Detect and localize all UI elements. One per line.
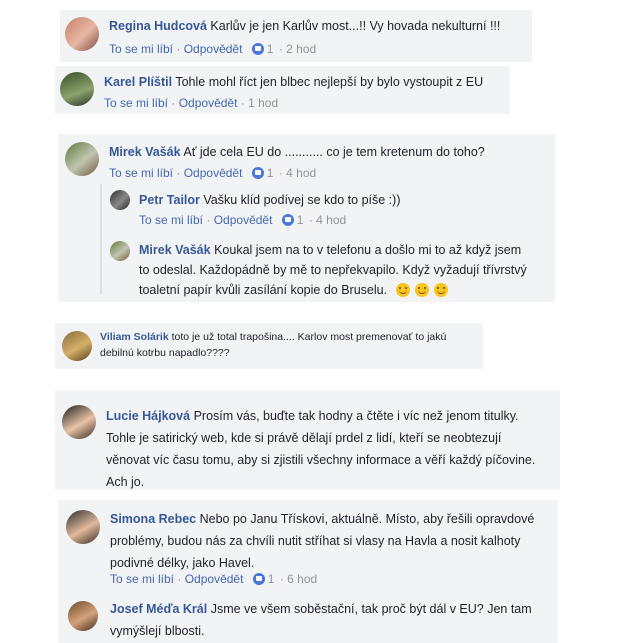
avatar[interactable] xyxy=(60,72,94,106)
smiley-emoji-icon xyxy=(414,283,429,297)
comment-text: toaletní papír kvůli zasílání kopie do B… xyxy=(139,283,388,297)
comment-body: Karel Plíštil Tohle mohl říct jen blbec … xyxy=(104,72,504,92)
like-link[interactable]: To se mi líbí xyxy=(104,96,168,110)
like-reaction-icon[interactable] xyxy=(251,43,264,55)
reply-link[interactable]: Odpovědět xyxy=(179,96,238,110)
comment-body: Regina Hudcová Karlův je jen Karlův most… xyxy=(109,16,529,36)
reply-thread-line xyxy=(100,184,102,294)
comment-body: Mirek Vašák Ať jde cela EU do ..........… xyxy=(109,142,549,162)
like-reaction-icon[interactable] xyxy=(251,167,264,179)
like-count[interactable]: 1 xyxy=(267,166,274,180)
like-link[interactable]: To se mi líbí xyxy=(110,572,174,586)
timestamp[interactable]: 1 hod xyxy=(248,96,278,110)
comment-actions: To se mi líbí · Odpovědět 1 · 4 hod xyxy=(139,213,347,227)
smiley-emoji-icon xyxy=(433,283,448,297)
reply-link[interactable]: Odpovědět xyxy=(214,213,273,227)
avatar[interactable] xyxy=(62,331,92,361)
like-reaction-icon[interactable] xyxy=(281,214,294,226)
avatar[interactable] xyxy=(62,405,96,439)
like-count[interactable]: 1 xyxy=(267,42,274,56)
like-link[interactable]: To se mi líbí xyxy=(109,42,173,56)
like-reaction-icon[interactable] xyxy=(252,573,265,585)
like-link[interactable]: To se mi líbí xyxy=(109,166,173,180)
comment-actions: To se mi líbí · Odpovědět 1 · 6 hod xyxy=(110,572,318,586)
commenter-name[interactable]: Regina Hudcová xyxy=(109,19,207,33)
comment-text: to odeslal. Každopádně by mě to nepřekva… xyxy=(139,263,527,277)
avatar[interactable] xyxy=(68,601,98,631)
comment-text: Ať jde cela EU do ........... co je tem … xyxy=(183,145,485,159)
comment-text: Tohle je satirický web, kde si právě děl… xyxy=(106,431,502,445)
comment-text: Jsme ve všem soběstační, tak proč být dá… xyxy=(210,602,532,616)
commenter-name[interactable]: Mirek Vašák xyxy=(109,145,181,159)
comment-text: podivné délky, jako Havel. xyxy=(110,556,255,570)
reply-link[interactable]: Odpovědět xyxy=(184,166,243,180)
avatar[interactable] xyxy=(66,510,100,544)
comment-text: vymýšlejí blbosti. xyxy=(110,624,205,638)
commenter-name[interactable]: Karel Plíštil xyxy=(104,75,172,89)
reply-link[interactable]: Odpovědět xyxy=(185,572,244,586)
comment-text: problémy, budou nás za chvíli nutit stří… xyxy=(110,534,521,548)
comment-text: debilnú kotrbu napadlo???? xyxy=(100,347,230,359)
timestamp[interactable]: 6 hod xyxy=(287,572,317,586)
comment-actions: To se mi líbí · Odpovědět 1 · 4 hod xyxy=(109,166,317,180)
comment-actions: To se mi líbí · Odpovědět 1 · 2 hod xyxy=(109,42,317,56)
like-count[interactable]: 1 xyxy=(297,213,304,227)
timestamp[interactable]: 2 hod xyxy=(286,42,316,56)
commenter-name[interactable]: Mirek Vašák xyxy=(139,243,211,257)
comment-text: Tohle mohl říct jen blbec nejlepší by by… xyxy=(175,75,484,89)
avatar[interactable] xyxy=(110,241,130,261)
timestamp[interactable]: 4 hod xyxy=(286,166,316,180)
comment-text: Prosím vás, buďte tak hodny a čtěte i ví… xyxy=(193,409,519,423)
comment-text: Nebo po Janu Třískovi, aktuálně. Místo, … xyxy=(199,512,535,526)
comment-text: toto je už total trapošina.... Karlov mo… xyxy=(171,331,447,343)
reply-link[interactable]: Odpovědět xyxy=(184,42,243,56)
comment-body: Viliam Solárik toto je už total trapošin… xyxy=(100,329,480,361)
commenter-name[interactable]: Josef Méďa Král xyxy=(110,602,207,616)
reply-body: Mirek Vašák Koukal jsem na to v telefonu… xyxy=(139,240,549,300)
comment-text: Vašku klíd podívej se kdo to píše :)) xyxy=(203,193,401,207)
comment-text: Koukal jsem na to v telefonu a došlo mi … xyxy=(214,243,522,257)
avatar[interactable] xyxy=(110,190,130,210)
commenter-name[interactable]: Petr Tailor xyxy=(139,193,200,207)
comment-text: Ach jo. xyxy=(106,475,145,489)
commenter-name[interactable]: Simona Rebec xyxy=(110,512,196,526)
comment-text: Karlův je jen Karlův most...!! Vy hovada… xyxy=(210,19,501,33)
avatar[interactable] xyxy=(65,17,99,51)
like-count[interactable]: 1 xyxy=(268,572,275,586)
reply-body: Petr Tailor Vašku klíd podívej se kdo to… xyxy=(139,190,539,210)
comment-body: Lucie Hájková Prosím vás, buďte tak hodn… xyxy=(106,405,556,493)
commenter-name[interactable]: Lucie Hájková xyxy=(106,409,190,423)
commenter-name[interactable]: Viliam Solárik xyxy=(100,331,169,343)
smiley-emoji-icon xyxy=(395,283,410,297)
like-link[interactable]: To se mi líbí xyxy=(139,213,203,227)
comment-text: věnovat víc času tomu, aby si zjistili v… xyxy=(106,453,536,467)
timestamp[interactable]: 4 hod xyxy=(316,213,346,227)
comment-body: Simona Rebec Nebo po Janu Třískovi, aktu… xyxy=(110,508,555,574)
reply-body: Josef Méďa Král Jsme ve všem soběstační,… xyxy=(110,598,555,642)
avatar[interactable] xyxy=(65,142,99,176)
comment-actions: To se mi líbí · Odpovědět · 1 hod xyxy=(104,96,279,110)
